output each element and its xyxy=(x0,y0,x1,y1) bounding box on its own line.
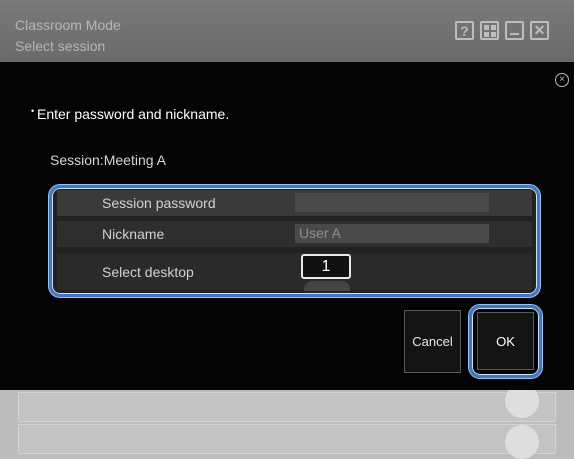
desktop-row: Select desktop 1 xyxy=(57,253,532,291)
background-row-circle xyxy=(505,425,539,459)
desktop-label: Select desktop xyxy=(102,264,194,280)
desktop-number-button[interactable]: 1 xyxy=(301,254,351,279)
session-prefix: Session: xyxy=(50,152,104,168)
ok-button[interactable]: OK xyxy=(477,312,534,370)
dialog-close-icon[interactable]: × xyxy=(555,73,569,87)
close-icon: ✕ xyxy=(533,22,546,38)
help-icon: ? xyxy=(460,22,469,39)
help-button[interactable]: ? xyxy=(455,21,474,40)
session-name: Meeting A xyxy=(103,152,166,168)
session-label: Session:Meeting A xyxy=(50,152,166,168)
background-list-row xyxy=(18,392,556,422)
session-form: Session password Nickname User A Select … xyxy=(49,185,540,297)
password-row: Session password xyxy=(57,190,532,216)
bullet-icon: • xyxy=(31,106,35,116)
nickname-row: Nickname User A xyxy=(57,221,532,247)
minimize-icon xyxy=(510,33,519,35)
nickname-label: Nickname xyxy=(102,226,165,242)
grid-icon xyxy=(483,24,496,37)
window-subtitle: Select session xyxy=(15,38,106,54)
nickname-field[interactable]: User A xyxy=(295,224,489,243)
window-titlebar: Classroom Mode Select session ? ✕ xyxy=(0,0,574,62)
cancel-button[interactable]: Cancel xyxy=(404,310,461,373)
instruction-text: Enter password and nickname. xyxy=(37,106,230,122)
window-title: Classroom Mode xyxy=(15,17,121,33)
minimize-button[interactable] xyxy=(505,21,524,40)
background-list-row xyxy=(18,424,556,454)
desktop-selector-tab xyxy=(304,281,350,291)
password-label: Session password xyxy=(102,195,216,211)
password-field[interactable] xyxy=(295,193,489,212)
window-close-button[interactable]: ✕ xyxy=(530,21,549,40)
ok-button-highlight: OK xyxy=(469,305,542,378)
password-dialog: × • Enter password and nickname. Session… xyxy=(0,62,574,390)
grid-view-button[interactable] xyxy=(480,21,499,40)
